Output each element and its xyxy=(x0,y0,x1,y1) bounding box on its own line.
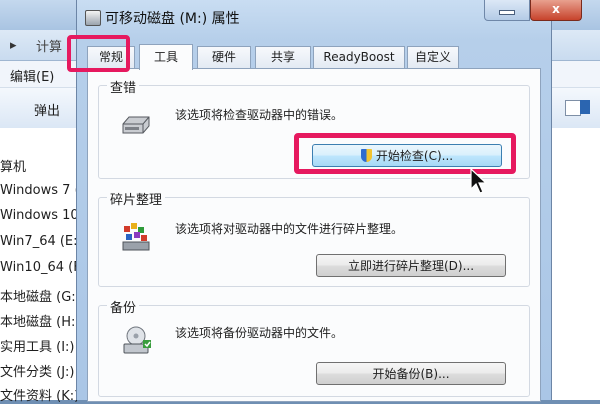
close-button[interactable]: x xyxy=(530,0,582,21)
group-title: 查错 xyxy=(107,77,140,96)
explorer-content-pane xyxy=(550,128,600,400)
close-icon: x xyxy=(552,2,560,16)
nav-item[interactable]: 实用工具 (I:) xyxy=(0,336,75,355)
mouse-cursor-icon xyxy=(470,167,488,197)
nav-item[interactable]: 文件资料 (K:) xyxy=(0,385,79,404)
nav-item[interactable]: 文件分类 (J:) xyxy=(0,361,75,380)
backup-icon xyxy=(121,324,153,359)
nav-arrow-icon[interactable]: ▸ xyxy=(10,38,17,53)
minimize-button[interactable] xyxy=(484,0,530,21)
nav-item[interactable]: Win10_64 (F: xyxy=(0,260,84,275)
tab-readyboost[interactable]: ReadyBoost xyxy=(313,46,405,68)
nav-item[interactable]: 算机 xyxy=(0,156,26,175)
backup-description: 该选项将备份驱动器中的文件。 xyxy=(175,326,344,340)
nav-item[interactable]: Windows 7 ( xyxy=(0,183,80,198)
drive-title-icon xyxy=(85,10,101,26)
drive-icon xyxy=(121,114,151,139)
tab-customize[interactable]: 自定义 xyxy=(407,46,459,68)
defrag-description: 该选项将对驱动器中的文件进行碎片整理。 xyxy=(175,222,404,236)
start-backup-button[interactable]: 开始备份(B)... xyxy=(316,362,506,385)
group-title: 备份 xyxy=(107,297,140,316)
defrag-now-button[interactable]: 立即进行碎片整理(D)... xyxy=(316,254,506,277)
navigation-pane: 算机 Windows 7 ( Windows 10 Win7_64 (E:) W… xyxy=(0,128,84,404)
address-crumb[interactable]: 计算 xyxy=(36,36,62,55)
help-icon[interactable] xyxy=(580,100,590,114)
defrag-icon xyxy=(121,220,151,255)
tools-panel: 查错 该选项将检查驱动器中的错误。 开始检查(C)... 碎片整理 该选项将对驱… xyxy=(87,68,541,402)
group-title: 碎片整理 xyxy=(107,189,166,208)
nav-item[interactable]: 本地磁盘 (H:) xyxy=(0,311,80,330)
nav-item[interactable]: Windows 10 xyxy=(0,208,79,223)
nav-item[interactable]: 本地磁盘 (G:) xyxy=(0,286,81,305)
backup-group: 备份 该选项将备份驱动器中的文件。 开始备份(B)... xyxy=(98,297,530,397)
view-icon[interactable] xyxy=(565,100,581,116)
tab-tools[interactable]: 工具 xyxy=(139,44,193,70)
error-check-description: 该选项将检查驱动器中的错误。 xyxy=(175,108,344,122)
tab-hardware[interactable]: 硬件 xyxy=(197,46,251,68)
eject-button[interactable]: 弹出 xyxy=(34,100,60,119)
dialog-title: 可移动磁盘 (M:) 属性 xyxy=(105,11,240,27)
defrag-group: 碎片整理 该选项将对驱动器中的文件进行碎片整理。 立即进行碎片整理(D)... xyxy=(98,189,530,287)
properties-dialog: 可移动磁盘 (M:) 属性 常规 工具 硬件 共享 ReadyBoost 自定义… xyxy=(76,0,552,402)
tab-sharing[interactable]: 共享 xyxy=(255,46,311,68)
minimize-icon xyxy=(499,10,515,15)
menu-edit[interactable]: 编辑(E) xyxy=(10,66,54,85)
nav-item[interactable]: Win7_64 (E:) xyxy=(0,234,83,249)
tools-tab-highlight xyxy=(67,35,130,72)
